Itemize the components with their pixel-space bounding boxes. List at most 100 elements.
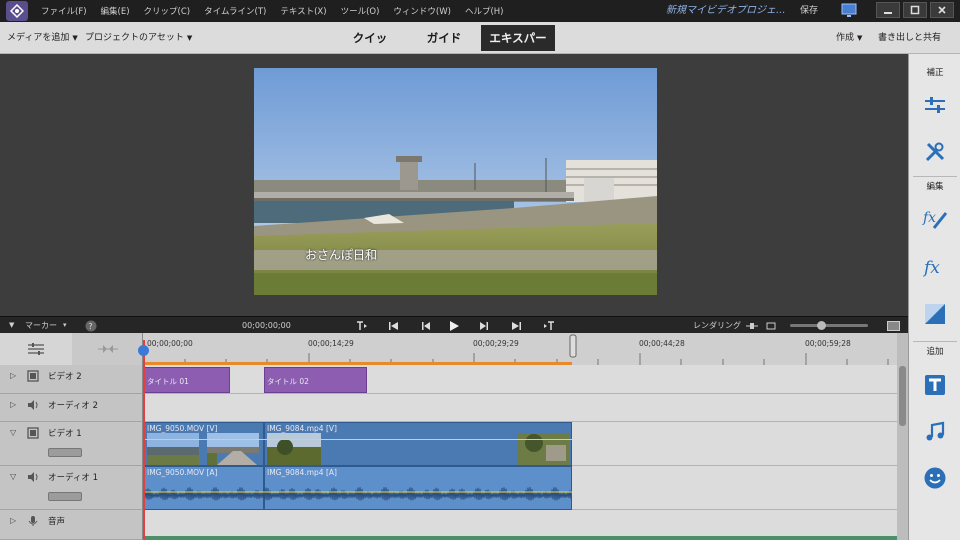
play-icon[interactable] (447, 319, 461, 332)
microphone-icon[interactable] (27, 515, 39, 527)
scrollbar-thumb[interactable] (899, 366, 906, 426)
menu-text[interactable]: テキスト(X) (273, 5, 333, 17)
track-lane-video-1[interactable]: IMG_9050.MOV [V] IMG_9084.mp4 [V] (143, 422, 897, 466)
track-lane-voice[interactable] (143, 510, 897, 540)
chevron-down-icon[interactable]: ▾ (63, 317, 67, 334)
tools-icon[interactable] (920, 137, 950, 167)
track-header-video-2[interactable]: ▷ ビデオ 2 (0, 365, 143, 394)
help-icon[interactable]: ? (84, 319, 98, 332)
menu-timeline[interactable]: タイムライン(T) (197, 5, 273, 17)
timeline-vertical-scrollbar[interactable] (897, 333, 908, 540)
clip-thumbnail (267, 433, 321, 465)
menu-tools[interactable]: ツール(O) (334, 5, 387, 17)
go-to-out-icon[interactable] (542, 319, 556, 332)
marker-label[interactable]: マーカー (25, 317, 57, 334)
timeline-ruler[interactable]: 00;00;00;00 00;00;14;29 00;00;29;29 00;0… (143, 333, 897, 365)
svg-text:fx: fx (922, 210, 936, 226)
track-lane-video-2[interactable]: タイトル 01 タイトル 02 (143, 365, 897, 394)
music-icon[interactable] (920, 417, 950, 447)
snap-icon[interactable] (764, 319, 778, 332)
mode-bar: メディアを追加▼ プロジェクトのアセット▼ クイック ガイド エキスパート 作成… (0, 22, 960, 71)
step-back-icon[interactable] (419, 319, 433, 332)
collapse-arrow-icon[interactable]: ▽ (10, 428, 16, 437)
premiere-elements-window: ファイル(F) 編集(E) クリップ(C) タイムライン(T) テキスト(X) … (0, 0, 960, 540)
audio-meter-icon[interactable] (745, 319, 759, 332)
transport-bar: ▼ マーカー ▾ ? 00;00;00;00 レンダリング (0, 316, 908, 333)
video-preview-frame[interactable]: おさんぽ日和 (254, 68, 657, 295)
effects-icon[interactable]: fx (920, 252, 950, 282)
menu-clip[interactable]: クリップ(C) (137, 5, 198, 17)
menu-help[interactable]: ヘルプ(H) (458, 5, 511, 17)
title-clip[interactable]: タイトル 01 (144, 367, 230, 393)
add-heading: 追加 (926, 347, 944, 357)
create-button[interactable]: 作成 ▼ (836, 22, 862, 54)
clip-thumbnail (518, 433, 570, 465)
adjust-heading: 補正 (926, 68, 944, 78)
track-header-audio-1[interactable]: ▽ オーディオ 1 (0, 466, 143, 510)
fit-timeline-icon[interactable] (886, 319, 900, 332)
export-share-button[interactable]: 書き出しと共有 (878, 22, 941, 54)
track-header-voice[interactable]: ▷ 音声 (0, 510, 143, 540)
chevron-down-icon: ▼ (186, 34, 193, 42)
adjust-sliders-icon[interactable] (920, 90, 950, 120)
close-button[interactable] (930, 2, 954, 18)
expand-arrow-icon[interactable]: ▷ (10, 516, 16, 525)
go-to-end-icon[interactable] (509, 319, 523, 332)
collapse-arrow-icon[interactable]: ▽ (10, 472, 16, 481)
applied-effects-icon[interactable]: fx (920, 204, 950, 234)
menu-file[interactable]: ファイル(F) (34, 5, 94, 17)
video-clip[interactable]: IMG_9050.MOV [V] (144, 422, 264, 466)
svg-text:fx: fx (922, 258, 940, 278)
film-icon[interactable] (27, 370, 39, 382)
keyframe-controls[interactable] (48, 448, 82, 457)
graphics-smiley-icon[interactable] (920, 463, 950, 493)
expand-arrow-icon[interactable]: ▷ (10, 400, 16, 409)
track-lane-audio-1[interactable]: IMG_9050.MOV [A] IMG_9084.mp4 [A] (143, 466, 897, 510)
divider (913, 341, 957, 342)
create-label: 作成 (836, 33, 855, 43)
go-to-in-icon[interactable] (355, 319, 369, 332)
expand-arrow-icon[interactable]: ▷ (10, 371, 16, 380)
render-button[interactable]: レンダリング (693, 317, 741, 334)
project-assets-label: プロジェクトのアセット (85, 33, 184, 43)
video-clip[interactable]: IMG_9084.mp4 [V] (264, 422, 572, 466)
clip-label: タイトル 01 (147, 377, 189, 386)
track-settings-icon[interactable] (0, 333, 72, 365)
ruler-ticks (143, 334, 889, 365)
speaker-icon[interactable] (27, 471, 39, 483)
title-clip[interactable]: タイトル 02 (264, 367, 367, 393)
transitions-icon[interactable] (920, 299, 950, 329)
zoom-slider-handle[interactable] (817, 321, 826, 330)
track-header-audio-2[interactable]: ▷ オーディオ 2 (0, 394, 143, 422)
playhead-handle[interactable] (138, 345, 149, 356)
track-header-video-1[interactable]: ▽ ビデオ 1 (0, 422, 143, 466)
monitor-icon[interactable] (840, 3, 858, 18)
add-media-button[interactable]: メディアを追加 ▼ (7, 22, 78, 54)
track-lane-audio-2[interactable] (143, 394, 897, 422)
maximize-button[interactable] (903, 2, 927, 18)
tab-guided[interactable]: ガイド (420, 25, 468, 51)
menu-edit[interactable]: 編集(E) (94, 5, 137, 17)
chevron-down-icon: ▼ (857, 34, 863, 42)
smart-mix-icon[interactable] (72, 333, 143, 365)
project-assets-button[interactable]: プロジェクトのアセット ▼ (85, 22, 192, 54)
tab-quick[interactable]: クイック (345, 25, 395, 71)
clip-label: IMG_9050.MOV [V] (147, 424, 218, 433)
step-forward-icon[interactable] (477, 319, 491, 332)
zoom-slider[interactable] (790, 321, 868, 330)
film-icon[interactable] (27, 427, 39, 439)
action-panel: 補正 編集 fx fx 追加 (908, 54, 960, 540)
minimize-button[interactable] (876, 2, 900, 18)
save-button[interactable]: 保存 (800, 0, 818, 22)
speaker-icon[interactable] (27, 399, 39, 411)
keyframe-controls[interactable] (48, 492, 82, 501)
opacity-rubberband[interactable] (144, 439, 572, 440)
tab-expert[interactable]: エキスパート (481, 25, 555, 71)
menu-window[interactable]: ウィンドウ(W) (386, 5, 458, 17)
titles-text-icon[interactable] (920, 370, 950, 400)
playhead-line[interactable] (143, 340, 145, 540)
marker-dropdown-icon[interactable]: ▼ (9, 317, 14, 334)
track-name: オーディオ 1 (48, 473, 99, 483)
go-to-start-icon[interactable] (387, 319, 401, 332)
track-name: ビデオ 1 (48, 429, 82, 439)
